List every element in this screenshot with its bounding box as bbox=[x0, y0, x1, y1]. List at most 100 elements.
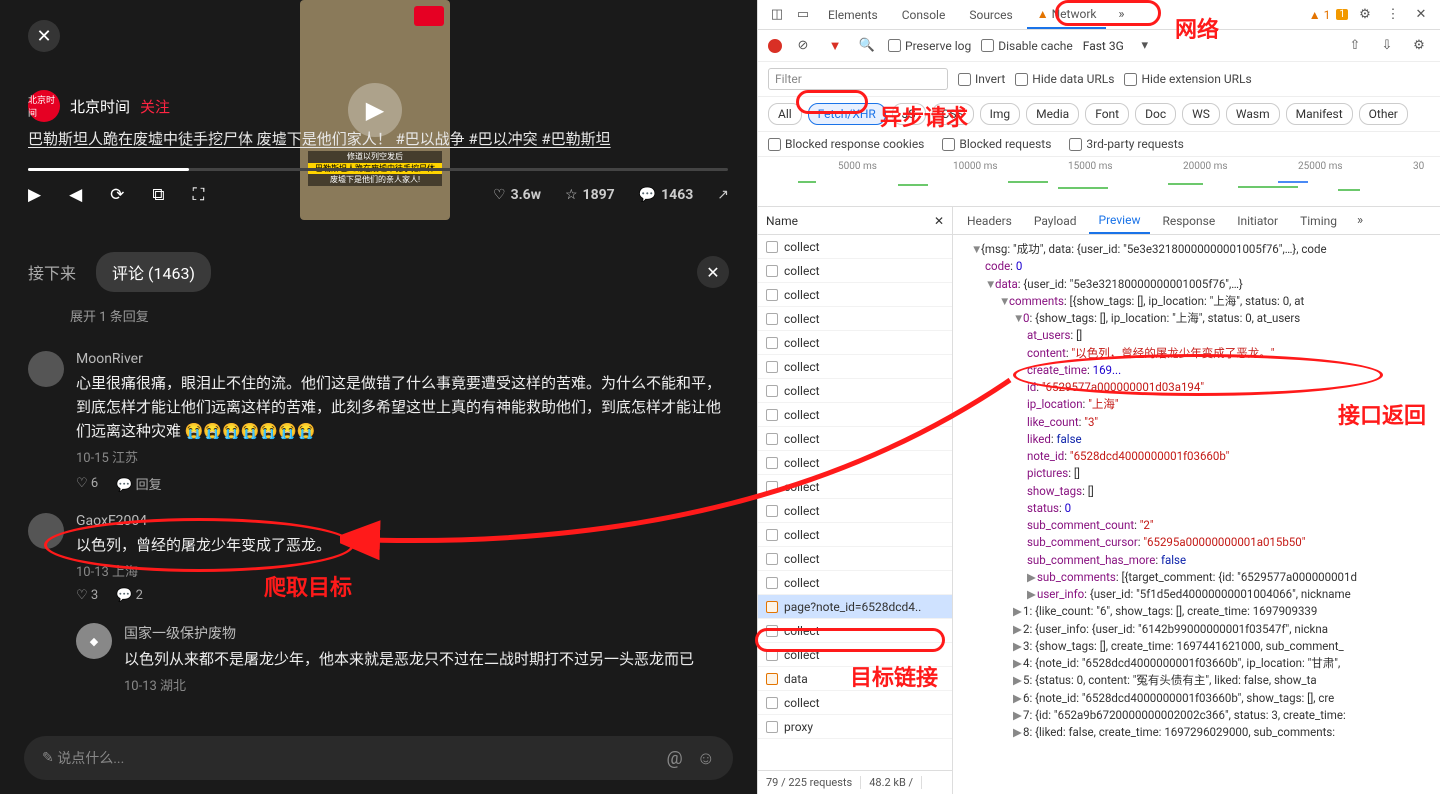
filter-chip-css[interactable]: CSS bbox=[932, 103, 974, 125]
upload-icon[interactable]: ⇧ bbox=[1344, 35, 1366, 57]
detail-tab-initiator[interactable]: Initiator bbox=[1227, 209, 1288, 233]
third-party-checkbox[interactable]: 3rd-party requests bbox=[1069, 137, 1183, 151]
tab-console[interactable]: Console bbox=[892, 2, 956, 28]
tab-next[interactable]: 接下来 bbox=[28, 260, 76, 284]
filter-chip-font[interactable]: Font bbox=[1085, 103, 1129, 125]
request-row[interactable]: collect bbox=[758, 259, 952, 283]
device-icon[interactable]: ▭ bbox=[792, 4, 814, 26]
like-icon[interactable]: ♡ 6 bbox=[76, 476, 98, 491]
wifi-icon[interactable]: ▾ bbox=[1134, 35, 1156, 57]
hide-ext-checkbox[interactable]: Hide extension URLs bbox=[1124, 72, 1251, 86]
filter-chip-js[interactable]: JS bbox=[892, 103, 926, 125]
emoji-icon[interactable]: ☺ bbox=[697, 748, 715, 769]
request-row[interactable]: page?note_id=6528dcd4.. bbox=[758, 595, 952, 619]
issues-badge[interactable]: 1 bbox=[1336, 9, 1348, 20]
close-devtools-icon[interactable]: ✕ bbox=[1410, 4, 1432, 26]
settings-icon[interactable]: ⚙ bbox=[1354, 4, 1376, 26]
close-comments-button[interactable]: ✕ bbox=[697, 256, 729, 288]
close-video-button[interactable]: ✕ bbox=[28, 20, 60, 52]
filter-chip-fetchxhr[interactable]: Fetch/XHR bbox=[808, 103, 886, 125]
close-list-icon[interactable]: ✕ bbox=[934, 214, 944, 228]
throttle-select[interactable]: Fast 3G bbox=[1083, 39, 1124, 53]
author-name[interactable]: 北京时间 bbox=[70, 96, 130, 117]
expand-replies[interactable]: 展开 1 条回复 bbox=[0, 306, 757, 325]
filter-chip-manifest[interactable]: Manifest bbox=[1286, 103, 1353, 125]
share-icon[interactable]: ↗ bbox=[717, 187, 729, 203]
request-row[interactable]: collect bbox=[758, 691, 952, 715]
comment-count[interactable]: 💬 1463 bbox=[639, 187, 694, 203]
comment-avatar[interactable]: ◆ bbox=[76, 623, 112, 659]
filter-chip-ws[interactable]: WS bbox=[1182, 103, 1220, 125]
request-row[interactable]: collect bbox=[758, 355, 952, 379]
comment-avatar[interactable] bbox=[28, 351, 64, 387]
request-row[interactable]: collect bbox=[758, 379, 952, 403]
request-row[interactable]: collect bbox=[758, 571, 952, 595]
detail-tab-timing[interactable]: Timing bbox=[1290, 209, 1347, 233]
filter-funnel-icon[interactable]: ▼ bbox=[824, 35, 846, 57]
request-row[interactable]: data bbox=[758, 667, 952, 691]
detail-tab-headers[interactable]: Headers bbox=[957, 209, 1022, 233]
comment-user[interactable]: MoonRiver bbox=[76, 351, 729, 367]
reply-input[interactable]: ✎ 说点什么... @ ☺ bbox=[24, 736, 733, 780]
gear-icon[interactable]: ⚙ bbox=[1408, 35, 1430, 57]
name-column-header[interactable]: Name bbox=[766, 214, 798, 228]
filter-chip-img[interactable]: Img bbox=[980, 103, 1021, 125]
kebab-icon[interactable]: ⋮ bbox=[1382, 4, 1404, 26]
detail-tab-preview[interactable]: Preview bbox=[1089, 208, 1151, 234]
request-row[interactable]: collect bbox=[758, 499, 952, 523]
download-icon[interactable]: ⇩ bbox=[1376, 35, 1398, 57]
comment-user[interactable]: 国家一级保护废物 bbox=[124, 623, 729, 643]
more-detail-tabs-icon[interactable]: » bbox=[1349, 210, 1371, 232]
request-row[interactable]: collect bbox=[758, 475, 952, 499]
network-timeline[interactable]: 5000 ms 10000 ms 15000 ms 20000 ms 25000… bbox=[758, 157, 1440, 207]
request-row[interactable]: collect bbox=[758, 619, 952, 643]
disable-cache-checkbox[interactable]: Disable cache bbox=[981, 39, 1073, 53]
request-row[interactable]: collect bbox=[758, 643, 952, 667]
warnings-badge[interactable]: ▲ 1 bbox=[1309, 8, 1331, 22]
play-button[interactable]: ▶ bbox=[28, 185, 41, 205]
request-row[interactable]: collect bbox=[758, 403, 952, 427]
filter-chip-doc[interactable]: Doc bbox=[1135, 103, 1176, 125]
search-icon[interactable]: 🔍 bbox=[856, 35, 878, 57]
request-row[interactable]: collect bbox=[758, 307, 952, 331]
fullscreen-icon[interactable]: ⛶ bbox=[193, 185, 205, 205]
request-row[interactable]: proxy bbox=[758, 715, 952, 739]
json-preview[interactable]: ▼{msg: "成功", data: {user_id: "5e3e321800… bbox=[953, 235, 1440, 794]
tab-network[interactable]: ▲ Network bbox=[1027, 1, 1107, 29]
detail-tab-response[interactable]: Response bbox=[1152, 209, 1225, 233]
tab-comments[interactable]: 评论 (1463) bbox=[96, 252, 211, 292]
tab-elements[interactable]: Elements bbox=[818, 2, 888, 28]
request-row[interactable]: collect bbox=[758, 451, 952, 475]
pip-icon[interactable]: ⧉ bbox=[152, 185, 164, 205]
filter-chip-media[interactable]: Media bbox=[1026, 103, 1079, 125]
invert-checkbox[interactable]: Invert bbox=[958, 72, 1005, 86]
request-row[interactable]: collect bbox=[758, 235, 952, 259]
like-icon[interactable]: ♡ 3 bbox=[76, 588, 98, 603]
blocked-requests-checkbox[interactable]: Blocked requests bbox=[942, 137, 1051, 151]
request-row[interactable]: collect bbox=[758, 547, 952, 571]
request-row[interactable]: collect bbox=[758, 523, 952, 547]
reply-icon[interactable]: 💬 回复 bbox=[116, 474, 161, 493]
filter-chip-wasm[interactable]: Wasm bbox=[1226, 103, 1280, 125]
clear-icon[interactable]: ⊘ bbox=[792, 35, 814, 57]
speed-icon[interactable]: ⟳ bbox=[110, 185, 124, 205]
comment-avatar[interactable] bbox=[28, 513, 64, 549]
mention-icon[interactable]: @ bbox=[666, 748, 682, 769]
filter-input[interactable]: Filter bbox=[768, 68, 948, 90]
filter-chip-all[interactable]: All bbox=[768, 103, 802, 125]
preserve-log-checkbox[interactable]: Preserve log bbox=[888, 39, 971, 53]
star-count[interactable]: ☆ 1897 bbox=[565, 187, 615, 203]
video-progress[interactable] bbox=[28, 168, 728, 171]
filter-chip-other[interactable]: Other bbox=[1359, 103, 1408, 125]
inspect-icon[interactable]: ◫ bbox=[766, 4, 788, 26]
request-row[interactable]: collect bbox=[758, 283, 952, 307]
tab-sources[interactable]: Sources bbox=[959, 2, 1022, 28]
record-button[interactable] bbox=[768, 39, 782, 53]
reply-icon[interactable]: 💬 2 bbox=[116, 588, 143, 603]
request-row[interactable]: collect bbox=[758, 331, 952, 355]
like-count[interactable]: ♡ 3.6w bbox=[493, 187, 541, 203]
volume-icon[interactable]: ◀ bbox=[69, 185, 82, 205]
comment-user[interactable]: GaoxF2004 bbox=[76, 513, 729, 529]
author-avatar[interactable]: 北京时间 bbox=[28, 90, 60, 122]
follow-button[interactable]: 关注 bbox=[140, 96, 170, 117]
